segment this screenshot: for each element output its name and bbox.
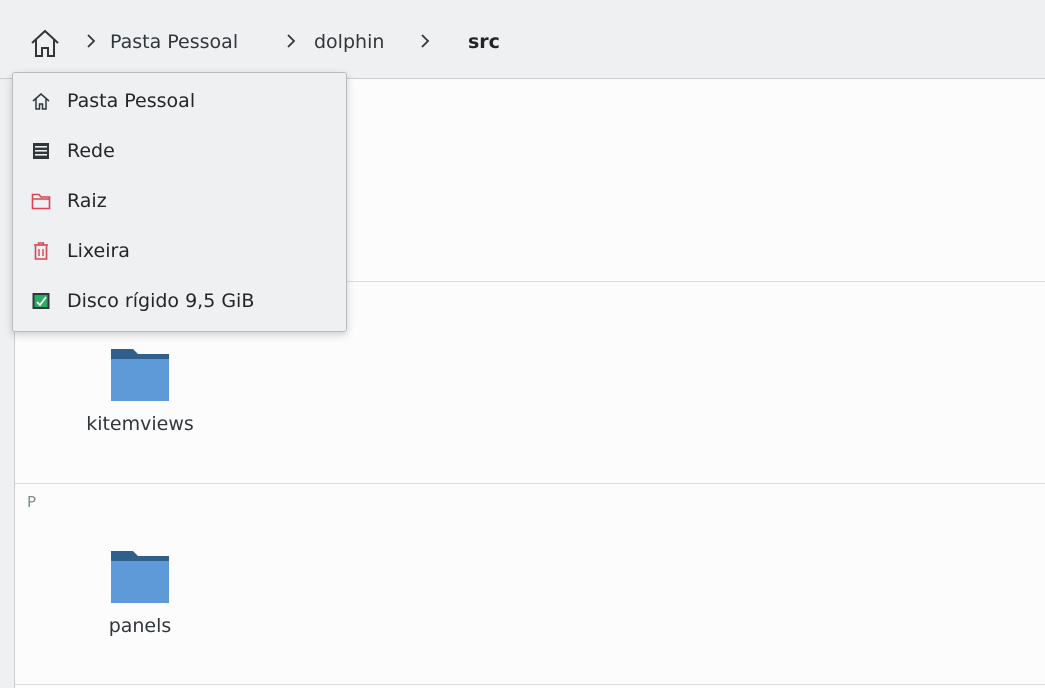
folder-name: kitemviews (86, 413, 194, 435)
folder-item-kitemviews[interactable]: kitemviews (70, 349, 210, 435)
menu-item-lixeira[interactable]: Lixeira (13, 228, 346, 274)
trash-icon (31, 241, 51, 261)
menu-item-rede[interactable]: Rede (13, 128, 346, 174)
home-icon[interactable] (28, 26, 62, 60)
breadcrumb: Pasta Pessoal dolphin src (0, 0, 1045, 79)
group-separator (15, 684, 1045, 685)
folder-icon (111, 349, 169, 401)
root-folder-icon (31, 191, 51, 211)
chevron-right-icon (284, 31, 298, 51)
chevron-right-icon (418, 31, 432, 51)
folder-item-panels[interactable]: panels (70, 551, 210, 637)
menu-item-label: Disco rígido 9,5 GiB (67, 290, 255, 312)
menu-item-disco-rigido[interactable]: Disco rígido 9,5 GiB (13, 278, 346, 324)
menu-item-label: Rede (67, 140, 115, 162)
breadcrumb-item-dolphin[interactable]: dolphin (314, 30, 384, 54)
group-separator (15, 483, 1045, 484)
folder-name: panels (108, 615, 172, 637)
network-icon (31, 141, 51, 161)
menu-item-raiz[interactable]: Raiz (13, 178, 346, 224)
menu-item-label: Pasta Pessoal (67, 90, 196, 112)
menu-item-label: Raiz (67, 190, 107, 212)
folder-icon (111, 551, 169, 603)
chevron-right-icon (84, 31, 98, 51)
hard-disk-icon (31, 291, 51, 311)
menu-item-pasta-pessoal[interactable]: Pasta Pessoal (13, 78, 346, 124)
places-menu: Pasta Pessoal Rede Raiz Lixeira Disco rí… (12, 72, 347, 332)
menu-item-label: Lixeira (67, 240, 130, 262)
breadcrumb-item-pasta-pessoal[interactable]: Pasta Pessoal (110, 30, 238, 54)
breadcrumb-item-src[interactable]: src (468, 30, 500, 54)
home-icon (31, 91, 51, 111)
group-header-letter: P (27, 493, 37, 511)
